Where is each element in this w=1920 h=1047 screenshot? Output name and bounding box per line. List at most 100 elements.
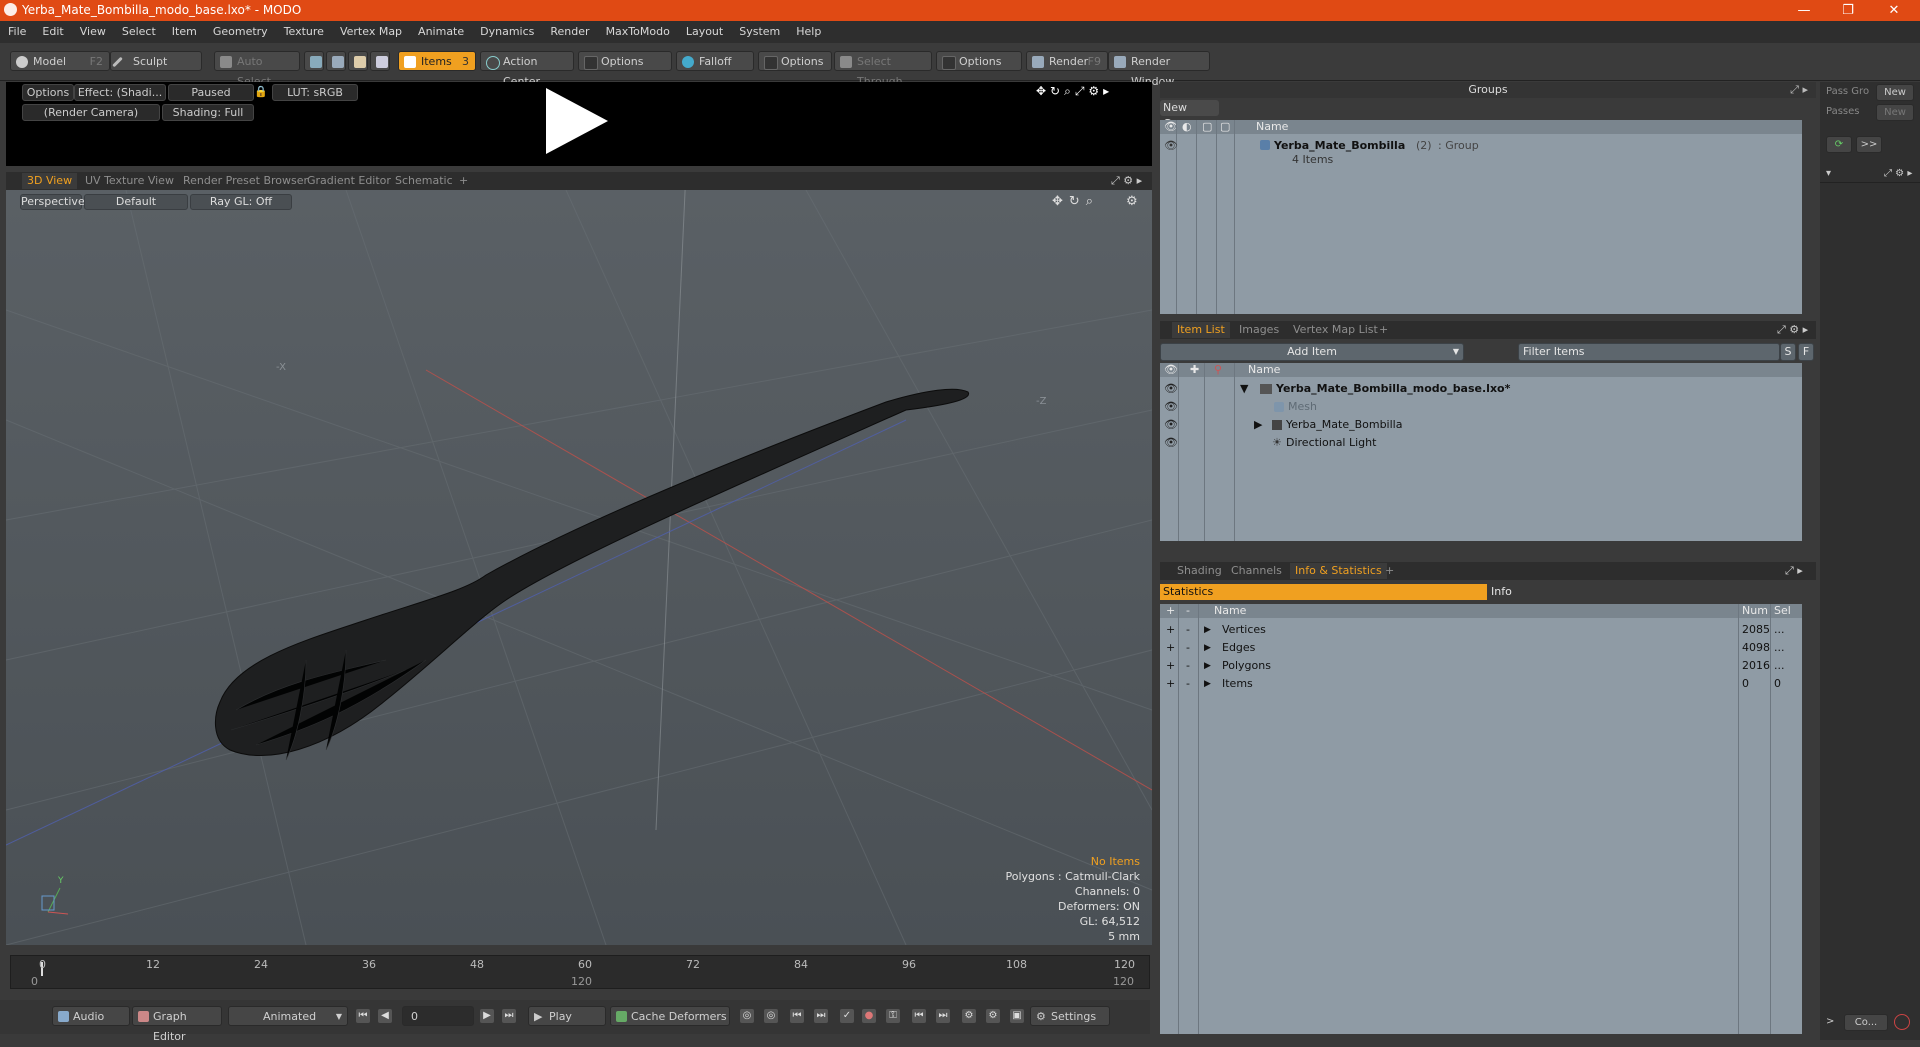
filter-items-input[interactable]: Filter Items bbox=[1518, 343, 1780, 361]
table-row[interactable]: + - ▶ Vertices 2085 ... bbox=[1160, 622, 1802, 638]
tab-item-list[interactable]: Item List bbox=[1172, 322, 1230, 338]
next-key-icon[interactable]: ⏭ bbox=[814, 1009, 828, 1023]
list-item[interactable]: 👁 ▶ Yerba_Mate_Bombilla bbox=[1160, 417, 1802, 433]
key-prev-icon[interactable]: ⏮ bbox=[912, 1009, 926, 1023]
3d-viewport[interactable]: Perspective Default Ray GL: Off ✥↻⌕ ⚙ -X… bbox=[6, 190, 1152, 945]
settings-button[interactable]: ⚙ Settings bbox=[1030, 1006, 1110, 1026]
menu-maxtomodo[interactable]: MaxToModo bbox=[598, 21, 678, 43]
render-column-icon[interactable]: ◐ bbox=[1182, 120, 1192, 134]
table-row[interactable]: + - ▶ Polygons 2016 ... bbox=[1160, 658, 1802, 674]
more-button[interactable]: >> bbox=[1856, 136, 1882, 153]
play-button[interactable]: ▶ Play bbox=[528, 1006, 606, 1026]
tab-uv-texture-view[interactable]: UV Texture View bbox=[80, 173, 179, 189]
preview-camera-dropdown[interactable]: (Render Camera) bbox=[22, 104, 160, 121]
sculpt-mode-button[interactable]: Sculpt bbox=[110, 51, 202, 71]
menu-vertex-map[interactable]: Vertex Map bbox=[332, 21, 410, 43]
viewport-expand-icon[interactable]: ⤢ ⚙ ▸ bbox=[1106, 173, 1147, 189]
collapse-all-icon[interactable]: - bbox=[1186, 604, 1190, 618]
current-frame-input[interactable]: 0 bbox=[402, 1006, 474, 1026]
tab-render-preset-browser[interactable]: Render Preset Browser bbox=[178, 173, 313, 189]
key-next-icon[interactable]: ⏭ bbox=[936, 1009, 950, 1023]
expand-arrow-icon[interactable]: ▶ bbox=[1204, 658, 1211, 674]
strip-menu-icon[interactable]: ▾ bbox=[1826, 166, 1831, 182]
f-filter-button[interactable]: F bbox=[1798, 343, 1814, 361]
menu-texture[interactable]: Texture bbox=[276, 21, 332, 43]
raygl-dropdown[interactable]: Ray GL: Off bbox=[190, 194, 292, 210]
falloff-button[interactable]: Falloff bbox=[676, 51, 754, 71]
new-pass-group-button[interactable]: New bbox=[1876, 84, 1914, 101]
key-icon[interactable]: ⚿ bbox=[886, 1009, 900, 1023]
play-icon[interactable] bbox=[546, 88, 608, 154]
preview-options-button[interactable]: Options bbox=[22, 84, 74, 101]
tab-shading[interactable]: Shading bbox=[1172, 563, 1227, 579]
preview-paused-button[interactable]: Paused bbox=[168, 84, 254, 101]
statistics-table[interactable]: + - Name Num Sel + - ▶ Vertices 2085 ... +… bbox=[1160, 604, 1802, 1034]
menu-select[interactable]: Select bbox=[114, 21, 164, 43]
step-back-icon[interactable]: ◀ bbox=[378, 1009, 392, 1023]
lock-icon[interactable]: 🔒 bbox=[254, 84, 268, 99]
goto-end-icon[interactable]: ⏭ bbox=[502, 1009, 516, 1023]
menu-dynamics[interactable]: Dynamics bbox=[472, 21, 542, 43]
preview-lut-dropdown[interactable]: LUT: sRGB bbox=[272, 84, 358, 101]
audio-button[interactable]: Audio bbox=[52, 1006, 130, 1026]
lock-column-icon[interactable]: ⚲ bbox=[1214, 363, 1222, 377]
menu-edit[interactable]: Edit bbox=[34, 21, 71, 43]
info-tab[interactable]: Info bbox=[1488, 584, 1815, 600]
eye-icon[interactable]: 👁 bbox=[1164, 435, 1178, 451]
tab-add[interactable]: + bbox=[454, 173, 473, 189]
list-item[interactable]: 👁 Mesh bbox=[1160, 399, 1802, 415]
tab-add-stats[interactable]: + bbox=[1380, 563, 1399, 579]
tab-info-statistics[interactable]: Info & Statistics bbox=[1290, 563, 1387, 579]
visibility-column-icon[interactable]: 👁 bbox=[1164, 363, 1178, 377]
preview-effect-dropdown[interactable]: Effect: (Shadi... bbox=[74, 84, 166, 101]
new-group-button[interactable]: New Group bbox=[1160, 100, 1219, 130]
eye-icon[interactable]: 👁 bbox=[1164, 417, 1178, 433]
expand-arrow-icon[interactable]: ▼ bbox=[1240, 381, 1248, 397]
group-row[interactable]: 👁 Yerba_Mate_Bombilla (2) : Group bbox=[1160, 138, 1802, 154]
stats-expand-icon[interactable]: ⤢ ▸ bbox=[1780, 563, 1808, 579]
auto-key-icon[interactable]: ✓ bbox=[840, 1009, 854, 1023]
table-row[interactable]: + - ▶ Edges 4098 ... bbox=[1160, 640, 1802, 656]
timeline-ruler[interactable]: 0 12 24 36 48 60 72 84 96 108 120 0 120 … bbox=[10, 955, 1150, 989]
menu-item[interactable]: Item bbox=[164, 21, 205, 43]
select-column-icon[interactable]: ▢ bbox=[1220, 120, 1230, 134]
expand-arrow-icon[interactable]: ▶ bbox=[1204, 676, 1211, 692]
statistics-tab[interactable]: Statistics bbox=[1160, 584, 1487, 600]
perspective-dropdown[interactable]: Perspective bbox=[20, 194, 85, 210]
action-center-options-button[interactable]: Options bbox=[578, 51, 672, 71]
items-mode-button[interactable]: Items 3 bbox=[398, 51, 476, 71]
viewport-settings-icon[interactable]: ⚙ bbox=[1126, 194, 1138, 209]
animated-dropdown[interactable]: Animated ▼ bbox=[228, 1006, 348, 1026]
falloff-options-button[interactable]: Options bbox=[758, 51, 832, 71]
tab-images[interactable]: Images bbox=[1234, 322, 1284, 338]
eye-icon[interactable]: 👁 bbox=[1164, 381, 1178, 397]
step-forward-icon[interactable]: ▶ bbox=[480, 1009, 494, 1023]
eye-icon[interactable]: 👁 bbox=[1164, 138, 1178, 154]
menu-layout[interactable]: Layout bbox=[678, 21, 731, 43]
refresh-icon[interactable]: ⟳ bbox=[1826, 136, 1852, 153]
graph-editor-button[interactable]: Graph Editor bbox=[132, 1006, 222, 1043]
eye-icon[interactable]: 👁 bbox=[1164, 399, 1178, 415]
list-item[interactable]: 👁 ☀ Directional Light bbox=[1160, 435, 1802, 451]
goto-start-icon[interactable]: ⏮ bbox=[356, 1009, 370, 1023]
cache-deformers-button[interactable]: Cache Deformers bbox=[610, 1006, 730, 1026]
key-tool-icon-1[interactable]: ◎ bbox=[740, 1009, 754, 1023]
expand-arrow-icon[interactable]: ▶ bbox=[1204, 640, 1211, 656]
maximize-button[interactable]: ❐ bbox=[1826, 0, 1870, 21]
menu-render[interactable]: Render bbox=[542, 21, 597, 43]
edges-mode-button[interactable] bbox=[326, 51, 346, 71]
table-row[interactable]: + - ▶ Items 0 0 bbox=[1160, 676, 1802, 692]
expand-arrow-icon[interactable]: ▶ bbox=[1204, 622, 1211, 638]
materials-mode-button[interactable] bbox=[370, 51, 390, 71]
tab-vertex-map-list[interactable]: Vertex Map List bbox=[1288, 322, 1383, 338]
channel-icon-3[interactable]: ▣ bbox=[1010, 1009, 1024, 1023]
item-list[interactable]: 👁 ✚ ⚲ Name 👁 ▼ Yerba_Mate_Bombilla_modo_… bbox=[1160, 363, 1802, 541]
itemlist-expand-icon[interactable]: ⤢ ⚙ ▸ bbox=[1772, 322, 1813, 338]
new-pass-button[interactable]: New bbox=[1876, 104, 1914, 121]
auto-select-button[interactable]: Auto Select bbox=[214, 51, 300, 88]
menu-geometry[interactable]: Geometry bbox=[205, 21, 276, 43]
menu-animate[interactable]: Animate bbox=[410, 21, 472, 43]
tab-add-itemlist[interactable]: + bbox=[1374, 322, 1393, 338]
tab-channels[interactable]: Channels bbox=[1226, 563, 1287, 579]
key-tool-icon-2[interactable]: ◎ bbox=[764, 1009, 778, 1023]
